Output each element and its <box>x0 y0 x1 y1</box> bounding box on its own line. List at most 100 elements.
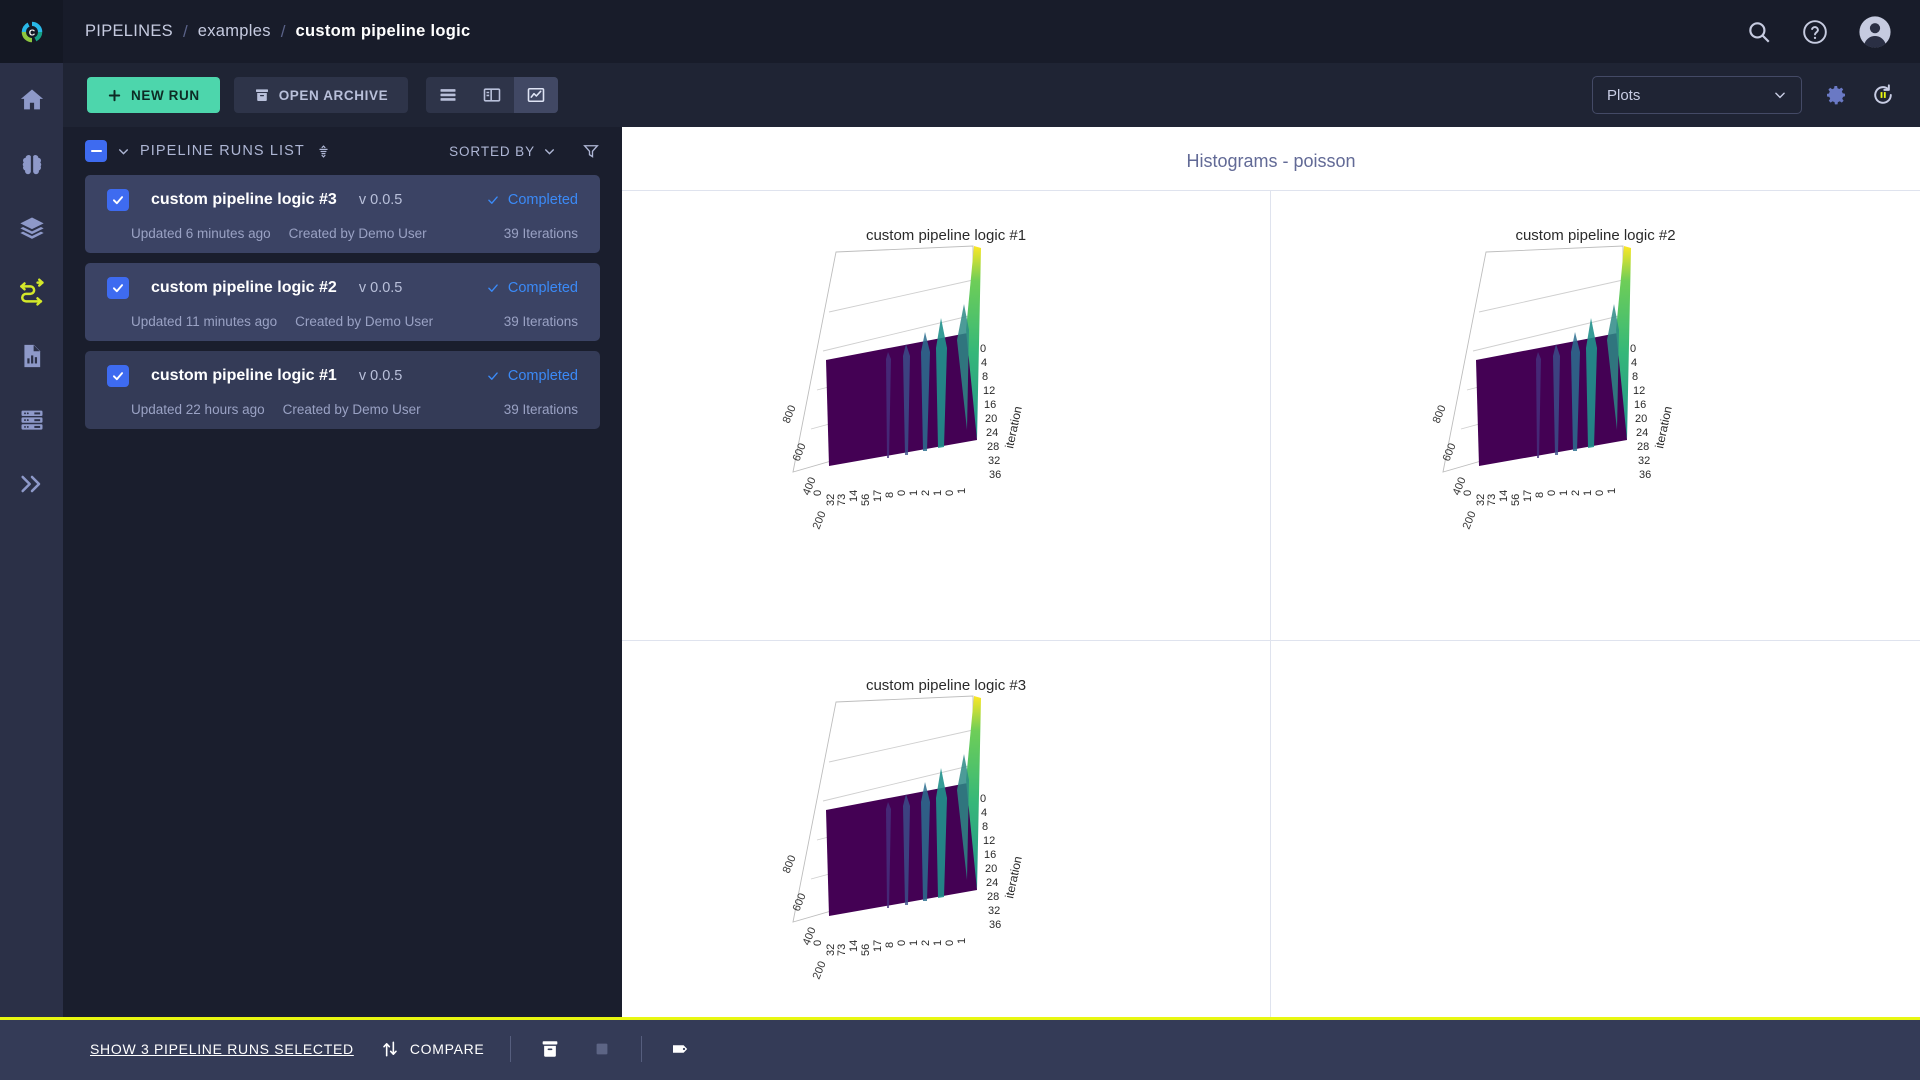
run-version: v 0.0.5 <box>358 368 403 384</box>
svg-text:16: 16 <box>1634 399 1646 411</box>
svg-text:28: 28 <box>1637 441 1649 453</box>
svg-text:C: C <box>28 27 35 37</box>
top-bar-actions <box>1746 15 1920 49</box>
svg-text:24: 24 <box>1636 427 1648 439</box>
svg-text:14: 14 <box>848 940 860 952</box>
run-primary-row: custom pipeline logic #1 v 0.0.5 Complet… <box>107 365 578 387</box>
page-toolbar: NEW RUN OPEN ARCHIVE Plots <box>63 63 1920 127</box>
svg-text:1: 1 <box>956 938 968 944</box>
svg-text:17: 17 <box>872 940 884 952</box>
pipeline-run-card[interactable]: custom pipeline logic #1 v 0.0.5 Complet… <box>85 351 600 429</box>
table-view-button[interactable] <box>426 77 470 113</box>
compare-button[interactable]: COMPARE <box>380 1039 485 1059</box>
status-label: Completed <box>507 280 578 296</box>
chevron-down-icon[interactable] <box>117 145 130 158</box>
breadcrumb-item-1[interactable]: examples <box>198 22 271 41</box>
sorted-by-button[interactable]: SORTED BY <box>449 144 556 159</box>
pipeline-run-card[interactable]: custom pipeline logic #3 v 0.0.5 Complet… <box>85 175 600 253</box>
sidebar-item-applications[interactable] <box>15 467 49 501</box>
svg-text:17: 17 <box>1522 490 1534 502</box>
svg-text:0: 0 <box>980 343 986 355</box>
pipeline-run-card[interactable]: custom pipeline logic #2 v 0.0.5 Complet… <box>85 263 600 341</box>
report-icon <box>23 344 40 368</box>
svg-text:12: 12 <box>1633 385 1645 397</box>
open-archive-button[interactable]: OPEN ARCHIVE <box>233 77 409 113</box>
compact-list-icon[interactable] <box>315 143 332 160</box>
divider <box>510 1035 512 1062</box>
run-checkbox[interactable] <box>107 365 129 387</box>
svg-text:4: 4 <box>1631 357 1637 369</box>
svg-text:28: 28 <box>987 891 999 903</box>
run-meta-row: Updated 11 minutes ago Created by Demo U… <box>107 314 578 329</box>
open-archive-label: OPEN ARCHIVE <box>278 87 389 103</box>
filter-icon[interactable] <box>582 142 600 160</box>
sorted-controls: SORTED BY <box>449 142 600 160</box>
svg-text:36: 36 <box>989 469 1001 481</box>
svg-text:0: 0 <box>980 793 986 805</box>
status-badge: Completed <box>486 280 578 296</box>
archive-button[interactable] <box>537 1036 563 1062</box>
sidebar-item-datasets[interactable] <box>15 211 49 245</box>
svg-text:iteration: iteration <box>1002 405 1025 450</box>
plot-cell[interactable]: custom pipeline logic #3 800 600 400 200… <box>622 640 1271 1080</box>
selection-action-bar: SHOW 3 PIPELINE RUNS SELECTED COMPARE <box>0 1017 1920 1080</box>
run-iterations: 39 Iterations <box>503 226 578 241</box>
stop-button[interactable] <box>589 1036 615 1062</box>
svg-text:73: 73 <box>836 944 848 956</box>
tag-icon <box>673 1044 688 1053</box>
svg-text:73: 73 <box>836 494 848 506</box>
new-run-label: NEW RUN <box>131 87 200 103</box>
sidebar-item-workers[interactable] <box>15 403 49 437</box>
sidebar-item-pipelines[interactable] <box>15 275 49 309</box>
body: NEW RUN OPEN ARCHIVE Plots PIPELINE RUNS… <box>0 63 1920 1080</box>
plots-group-title: Histograms - poisson <box>1186 151 1356 171</box>
plot-cell[interactable]: custom pipeline logic #2 800 600 400 200… <box>1271 190 1920 640</box>
select-all-checkbox[interactable] <box>85 140 107 162</box>
svg-text:1: 1 <box>1558 490 1570 496</box>
svg-text:4: 4 <box>981 357 987 369</box>
show-selected-link[interactable]: SHOW 3 PIPELINE RUNS SELECTED <box>90 1041 354 1057</box>
surface-plot: 800 600 400 200 04 812 1620 2428 3236 it… <box>781 245 1025 531</box>
breadcrumb-item-0[interactable]: PIPELINES <box>85 22 173 41</box>
run-version: v 0.0.5 <box>358 280 403 296</box>
svg-text:0: 0 <box>944 490 956 496</box>
breadcrumb-separator: / <box>183 21 188 41</box>
gear-icon[interactable] <box>1824 83 1848 107</box>
check-icon <box>488 372 498 380</box>
server-icon <box>21 410 42 430</box>
content-area: PIPELINE RUNS LIST SORTED BY custom pipe… <box>63 127 1920 1080</box>
plot-cell[interactable]: custom pipeline logic #1 800 600 400 200… <box>622 190 1271 640</box>
check-icon <box>112 284 124 293</box>
sidebar-item-home[interactable] <box>15 83 49 117</box>
pipeline-runs-title: PIPELINE RUNS LIST <box>140 143 305 159</box>
sidebar-item-projects[interactable] <box>15 147 49 181</box>
new-run-button[interactable]: NEW RUN <box>87 77 220 113</box>
refresh-pause-icon[interactable] <box>1870 82 1896 108</box>
plots-view-button[interactable] <box>514 77 559 113</box>
plot-title: custom pipeline logic #2 <box>1515 227 1676 244</box>
sidebar-item-reports[interactable] <box>15 339 49 373</box>
svg-text:iteration: iteration <box>1002 855 1025 900</box>
search-icon[interactable] <box>1746 19 1772 45</box>
svg-text:200: 200 <box>1460 510 1478 532</box>
compare-icon <box>383 1041 397 1056</box>
svg-text:14: 14 <box>848 490 860 502</box>
plot-grid: custom pipeline logic #1 800 600 400 200… <box>622 190 1920 1080</box>
svg-text:0: 0 <box>896 940 908 946</box>
plot-type-select[interactable]: Plots <box>1592 76 1802 114</box>
svg-text:0: 0 <box>896 490 908 496</box>
help-circle-icon[interactable] <box>1802 19 1828 45</box>
avatar[interactable] <box>1858 15 1892 49</box>
run-checkbox[interactable] <box>107 189 129 211</box>
tag-button[interactable] <box>668 1036 694 1062</box>
app-logo[interactable]: C <box>0 0 63 63</box>
run-checkbox[interactable] <box>107 277 129 299</box>
surface-plot: 800 600 400 200 04 812 1620 2428 3236 it… <box>1431 245 1674 532</box>
split-view-button[interactable] <box>470 77 514 113</box>
svg-text:1: 1 <box>908 490 920 496</box>
chart-line-icon <box>527 87 545 103</box>
svg-text:24: 24 <box>986 877 998 889</box>
svg-text:200: 200 <box>811 960 829 982</box>
pipeline-runs-list: custom pipeline logic #3 v 0.0.5 Complet… <box>63 175 622 429</box>
clearml-logo-icon: C <box>21 21 42 42</box>
